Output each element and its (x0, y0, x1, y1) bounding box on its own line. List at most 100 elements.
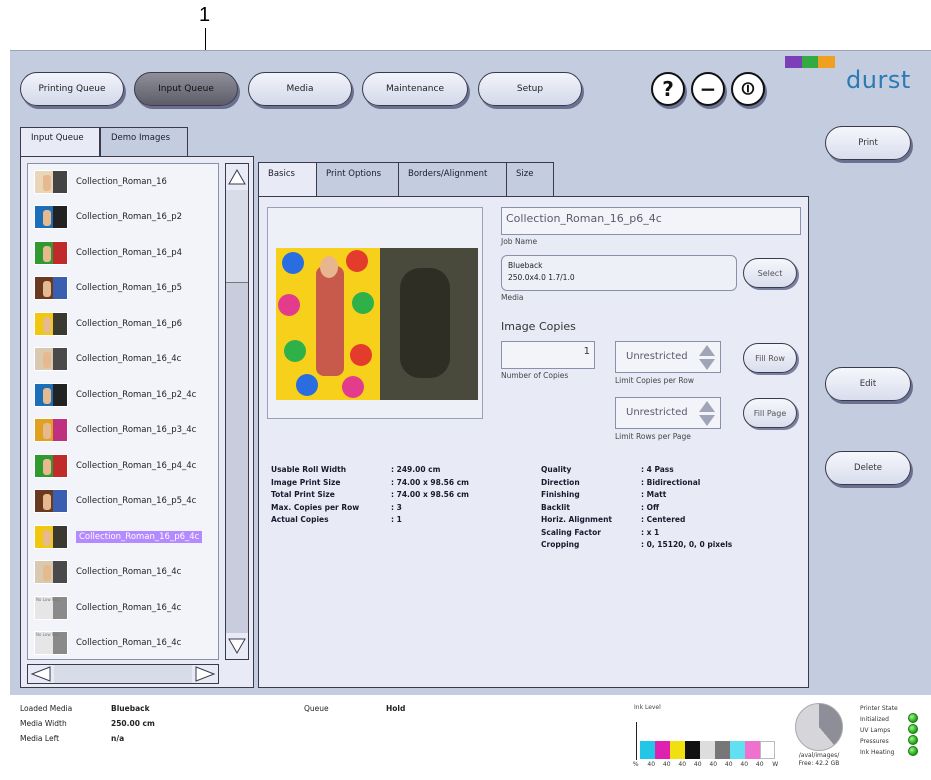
ink-level-bar (730, 741, 745, 759)
job-info-left-table: Usable Roll Width: 249.00 cm Image Print … (271, 465, 531, 528)
edit-button[interactable]: Edit (825, 367, 911, 401)
fill-page-button[interactable]: Fill Page (743, 398, 797, 428)
flower-shape (284, 340, 306, 362)
delete-button[interactable]: Delete (825, 451, 911, 485)
media-left-label: Media Left (20, 734, 60, 743)
info-row: Cropping: 0, 15120, 0, 0 pixels (541, 540, 791, 553)
tab-size[interactable]: Size (506, 162, 554, 196)
preview-photo-left (276, 248, 380, 400)
queue-item-label: Collection_Roman_16_p4_4c (76, 460, 197, 471)
queue-list-item[interactable]: No Low Res Collection_Roman_16_4c (28, 590, 218, 626)
queue-item-label: Collection_Roman_16_4c (76, 638, 182, 649)
help-button[interactable]: ? (651, 72, 685, 106)
image-preview (276, 248, 478, 400)
print-button[interactable]: Print (825, 126, 911, 160)
queue-list-item[interactable]: Collection_Roman_16_p3_4c (28, 413, 218, 449)
ink-level-axis (636, 722, 637, 760)
limit-rows-per-page-spinner[interactable]: Unrestricted (615, 397, 721, 429)
image-thumbnail (34, 311, 68, 336)
spinner-arrows-icon[interactable] (698, 344, 716, 372)
power-button[interactable]: ⏼ (731, 72, 765, 106)
info-row: Max. Copies per Row: 3 (271, 503, 531, 516)
queue-list-item[interactable]: Collection_Roman_16_p5 (28, 271, 218, 307)
image-thumbnail (34, 418, 68, 443)
info-value: : 0, 15120, 0, 0 pixels (641, 540, 733, 549)
queue-horizontal-scrollbar[interactable] (27, 664, 219, 684)
minimize-button[interactable]: − (691, 72, 725, 106)
ink-level-title: Ink Level (634, 704, 661, 711)
queue-item-label: Collection_Roman_16_p5_4c (76, 496, 197, 507)
queue-item-label: Collection_Roman_16_p2_4c (76, 389, 197, 400)
ink-level-bar (640, 741, 655, 759)
info-row: Quality: 4 Pass (541, 465, 791, 478)
thumbnail-placeholder-text: No Low Res (36, 596, 60, 602)
select-media-button[interactable]: Select (743, 258, 797, 288)
power-icon: ⏼ (741, 79, 755, 98)
ink-level-label: 40 (724, 761, 733, 768)
info-value: : Centered (641, 515, 686, 524)
input-queue-button[interactable]: Input Queue (134, 72, 238, 106)
image-thumbnail (34, 205, 68, 230)
image-thumbnail (34, 276, 68, 301)
setup-button[interactable]: Setup (478, 72, 582, 106)
tab-demo-images[interactable]: Demo Images (100, 127, 188, 156)
info-value: : 74.00 x 98.56 cm (391, 490, 469, 499)
media-button[interactable]: Media (248, 72, 352, 106)
queue-item-label: Collection_Roman_16_4c (76, 567, 182, 578)
queue-list-item[interactable]: Collection_Roman_16_p5_4c (28, 484, 218, 520)
queue-list-item[interactable]: No Low Res Collection_Roman_16_4c (28, 626, 218, 660)
preview-face (320, 256, 338, 278)
media-left-value: n/a (111, 734, 125, 743)
queue-vertical-scrollbar[interactable] (225, 163, 249, 660)
limit-copies-per-row-value: Unrestricted (626, 351, 688, 362)
limit-copies-per-row-spinner[interactable]: Unrestricted (615, 341, 721, 373)
job-name-field[interactable]: Collection_Roman_16_p6_4c (501, 207, 801, 235)
queue-list-item[interactable]: Collection_Roman_16_4c (28, 342, 218, 378)
queue-list-item[interactable]: Collection_Roman_16_p4 (28, 235, 218, 271)
queue-item-label: Collection_Roman_16_p5 (76, 283, 183, 294)
status-led-icon (908, 735, 918, 745)
number-of-copies-field[interactable]: 1 (501, 341, 595, 369)
info-label: Actual Copies (271, 515, 329, 524)
ink-level-label: 40 (693, 761, 702, 768)
logo-bar-purple (785, 56, 802, 68)
queue-item-label: Collection_Roman_16_p6 (76, 318, 183, 329)
media-caption: Media (501, 293, 524, 302)
tab-input-queue[interactable]: Input Queue (20, 127, 100, 156)
tab-borders-alignment[interactable]: Borders/Alignment (398, 162, 506, 196)
queue-list-item[interactable]: Collection_Roman_16_p6 (28, 306, 218, 342)
queue-list-item[interactable]: Collection_Roman_16_p2_4c (28, 377, 218, 413)
image-thumbnail (34, 382, 68, 407)
info-row: Direction: Bidirectional (541, 478, 791, 491)
scroll-left-icon[interactable] (28, 665, 54, 683)
flower-shape (278, 294, 300, 316)
scroll-thumb[interactable] (226, 282, 248, 652)
logo-bar-orange (818, 56, 836, 68)
tab-basics[interactable]: Basics (258, 162, 316, 196)
info-value: : 74.00 x 98.56 cm (391, 477, 469, 487)
ink-level-label: 40 (662, 761, 671, 768)
tab-print-options[interactable]: Print Options (316, 162, 398, 196)
maintenance-button[interactable]: Maintenance (362, 72, 468, 106)
printing-queue-button[interactable]: Printing Queue (20, 72, 124, 106)
queue-list-item[interactable]: Collection_Roman_16_4c (28, 555, 218, 591)
scroll-down-icon[interactable] (226, 633, 248, 659)
info-label: Backlit (541, 502, 570, 512)
limit-rows-per-page-value: Unrestricted (626, 407, 688, 418)
queue-list: Collection_Roman_16 Collection_Roman_16_p… (27, 163, 219, 660)
queue-list-item[interactable]: Collection_Roman_16_p6_4c (28, 519, 218, 555)
image-thumbnail (34, 347, 68, 372)
number-of-copies-caption: Number of Copies (501, 371, 569, 380)
queue-item-label: Collection_Roman_16_p2 (76, 212, 183, 223)
printer-state-item: Ink Heating (860, 749, 895, 756)
fill-row-button[interactable]: Fill Row (743, 343, 797, 373)
queue-panel: Collection_Roman_16 Collection_Roman_16_p… (20, 156, 254, 688)
media-name: Blueback (508, 261, 543, 270)
queue-list-item[interactable]: Collection_Roman_16 (28, 164, 218, 200)
scroll-right-icon[interactable] (192, 665, 218, 683)
status-led-icon (908, 724, 918, 734)
queue-list-item[interactable]: Collection_Roman_16_p2 (28, 200, 218, 236)
spinner-arrows-icon[interactable] (698, 400, 716, 428)
queue-list-item[interactable]: Collection_Roman_16_p4_4c (28, 448, 218, 484)
scroll-up-icon[interactable] (226, 164, 248, 190)
